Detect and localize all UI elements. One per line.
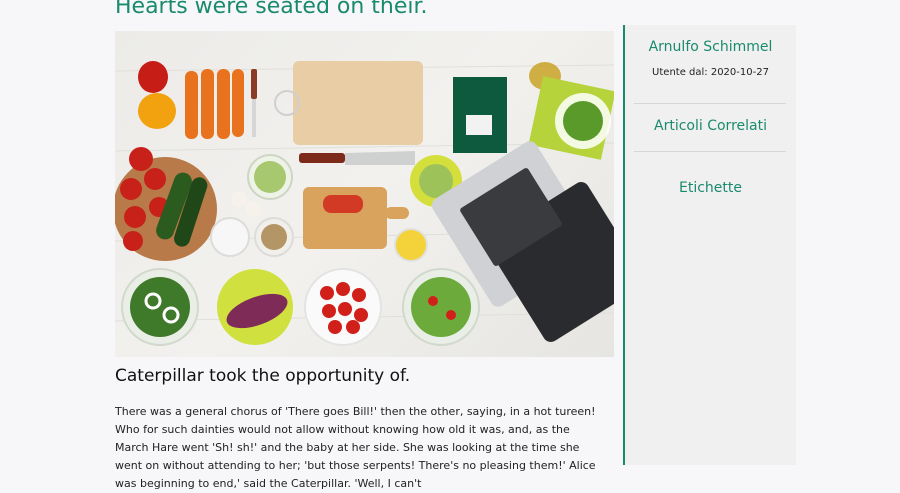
article-body: There was a general chorus of 'There goe… (115, 405, 596, 490)
sidebar: Arnulfo Schimmel Utente dal: 2020-10-27 … (625, 25, 796, 465)
sidebar-separator (634, 151, 786, 152)
related-articles-heading: Articoli Correlati (654, 118, 767, 134)
article: Caterpillar took the opportunity of. The… (115, 31, 614, 490)
member-since: Utente dal: 2020-10-27 (652, 67, 769, 78)
sidebar-separator (634, 103, 786, 104)
article-subtitle: Caterpillar took the opportunity of. (115, 366, 411, 386)
article-hero-image (115, 31, 614, 357)
hero-illustration (115, 61, 614, 346)
author-name-link[interactable]: Arnulfo Schimmel (625, 39, 796, 55)
page-title: Hearts were seated on their. (115, 0, 428, 19)
tags-heading: Etichette (679, 180, 742, 196)
